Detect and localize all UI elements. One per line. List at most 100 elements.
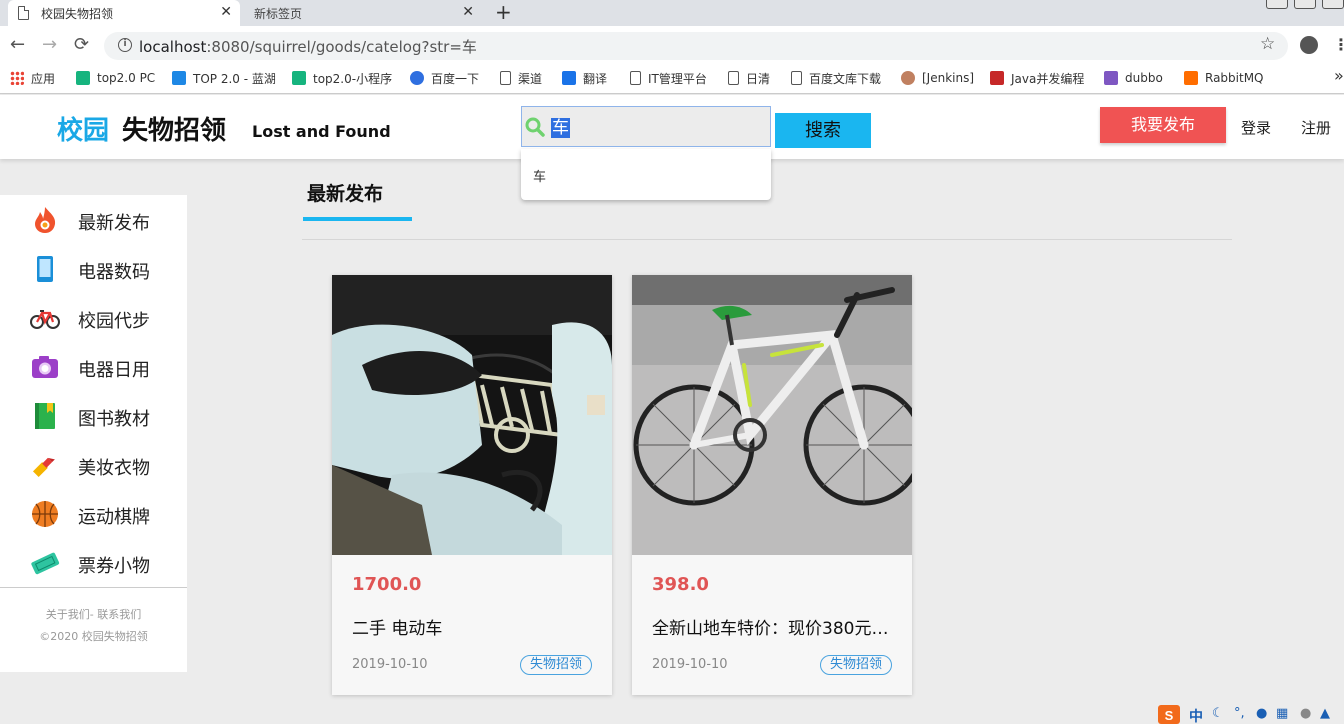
microphone-icon[interactable]: ● [1256, 706, 1267, 721]
bookmark-item[interactable]: 渠道 [500, 69, 542, 87]
footer-copyright: ©2020 校园失物招领 [39, 630, 148, 643]
item-card[interactable]: 398.0 全新山地车特价：现价380元，原价420元 2019-10-10 失… [632, 275, 912, 695]
sidebar-item-label: 运动棋牌 [78, 507, 150, 528]
page-icon [630, 71, 641, 85]
sidebar-item-latest[interactable]: 最新发布 [0, 195, 187, 243]
browser-menu-icon[interactable]: ⋮ [1333, 35, 1344, 54]
bookmark-label: top2.0 PC [97, 71, 156, 85]
bookmark-item[interactable]: 百度文库下载 [791, 69, 881, 87]
baidu-paw-icon [410, 71, 424, 85]
search-button[interactable]: 搜索 [775, 113, 871, 148]
footer-links[interactable]: 关于我们- 联系我们 [0, 606, 187, 622]
scooter-photo[interactable] [332, 275, 612, 555]
bookmark-item[interactable]: RabbitMQ [1184, 69, 1264, 87]
logo-campus[interactable]: 校园 [57, 110, 109, 147]
bookmark-label: 日清 [746, 71, 771, 86]
item-price: 1700.0 [352, 574, 422, 595]
close-window-icon[interactable] [1322, 0, 1344, 9]
bookmark-label: TOP 2.0 - 蓝湖 [193, 71, 276, 86]
sidebar-item-label: 美妆衣物 [78, 458, 150, 479]
svg-text:S: S [1165, 708, 1174, 723]
tab-active[interactable]: 校园失物招领 ✕ [8, 0, 240, 26]
sidebar-item-electronics[interactable]: 电器数码 [0, 244, 187, 292]
bookmark-label: 渠道 [518, 71, 543, 86]
ime-mode-label[interactable]: 中 [1189, 706, 1203, 724]
item-title[interactable]: 二手 电动车 [352, 614, 592, 639]
skin-icon[interactable]: ▲ [1320, 706, 1330, 721]
logo-english: Lost and Found [252, 122, 391, 141]
suggestion-item[interactable]: 车 [533, 166, 546, 185]
publish-button[interactable]: 我要发布 [1100, 107, 1226, 143]
tab-close-icon[interactable]: ✕ [462, 4, 474, 20]
bookmark-item[interactable]: 百度一下 [410, 69, 479, 87]
bookmark-item[interactable]: 应用 [10, 69, 55, 87]
sidebar-item-beauty[interactable]: 美妆衣物 [0, 440, 187, 488]
sidebar-item-sports[interactable]: 运动棋牌 [0, 489, 187, 537]
camera-icon [32, 356, 58, 378]
sidebar-item-label: 电器数码 [78, 262, 150, 283]
play-icon [76, 71, 90, 85]
new-tab-button[interactable]: + [495, 0, 512, 24]
user-icon[interactable]: ● [1300, 706, 1311, 721]
site-info-icon[interactable]: i [118, 38, 132, 52]
sidebar-item-label: 票券小物 [78, 556, 150, 577]
url-text[interactable]: localhost:8080/squirrel/goods/catelog?st… [139, 36, 477, 57]
item-category-tag[interactable]: 失物招领 [819, 655, 892, 675]
fire-icon [35, 207, 56, 233]
bookmark-item[interactable]: Java并发编程 [990, 69, 1084, 87]
ime-toolbar[interactable]: S 中 ☾ °, ● ▦ ● ▲ [1156, 704, 1344, 724]
lanhu-icon [172, 71, 186, 85]
tab-title: 新标签页 [254, 6, 303, 21]
bookmark-label: 百度一下 [431, 71, 480, 86]
bookmark-label: Java并发编程 [1011, 71, 1085, 86]
login-link[interactable]: 登录 [1241, 117, 1271, 138]
sogou-logo-icon: S [1158, 705, 1180, 724]
maximize-icon[interactable] [1294, 0, 1316, 9]
item-date: 2019-10-10 [652, 657, 728, 672]
section-title: 最新发布 [307, 183, 384, 205]
url-host: localhost [139, 38, 207, 56]
keyboard-icon[interactable]: ▦ [1276, 706, 1288, 721]
bookmark-star-icon[interactable]: ☆ [1260, 34, 1275, 54]
ticket-icon [31, 552, 60, 575]
sidebar-item-transport[interactable]: 校园代步 [0, 293, 187, 341]
phone-icon [37, 256, 53, 282]
item-title[interactable]: 全新山地车特价：现价380元，原价420元 [652, 614, 892, 639]
bookmark-label: 应用 [31, 71, 56, 86]
reload-button[interactable]: ⟳ [74, 34, 89, 55]
sidebar-item-appliances[interactable]: 电器日用 [0, 342, 187, 390]
forward-button[interactable]: → [42, 34, 57, 55]
moon-icon[interactable]: ☾ [1212, 706, 1224, 721]
bookmark-item[interactable]: dubbo [1104, 69, 1163, 87]
bookmark-item[interactable]: 日清 [728, 69, 770, 87]
bookmark-item[interactable]: [Jenkins] [901, 69, 974, 87]
tab-close-icon[interactable]: ✕ [220, 4, 232, 20]
bookmark-item[interactable]: TOP 2.0 - 蓝湖 [172, 69, 276, 87]
page-icon [500, 71, 511, 85]
tab-new-tab[interactable]: 新标签页 ✕ [244, 0, 482, 26]
minimize-icon[interactable] [1266, 0, 1288, 9]
sidebar-divider [0, 587, 187, 588]
bookmarks-overflow-icon[interactable]: » [1334, 66, 1344, 85]
basketball-icon [32, 501, 58, 527]
logo-lost-found[interactable]: 失物招领 [122, 110, 226, 147]
bookmark-item[interactable]: IT管理平台 [630, 69, 707, 87]
page-icon [791, 71, 802, 85]
item-card[interactable]: 1700.0 二手 电动车 2019-10-10 失物招领 [332, 275, 612, 695]
profile-avatar-icon[interactable] [1300, 36, 1318, 54]
bookmark-item[interactable]: top2.0 PC [76, 69, 155, 87]
punctuation-icon[interactable]: °, [1234, 706, 1245, 721]
back-button[interactable]: ← [10, 34, 25, 55]
url-path: :8080/squirrel/goods/catelog?str=车 [206, 38, 477, 56]
item-category-tag[interactable]: 失物招领 [519, 655, 592, 675]
item-price: 398.0 [652, 574, 709, 595]
register-link[interactable]: 注册 [1301, 117, 1331, 138]
mountain-bike-photo[interactable] [632, 275, 912, 555]
bookmark-item[interactable]: top2.0-小程序 [292, 69, 392, 87]
sidebar-item-tickets[interactable]: 票券小物 [0, 538, 187, 586]
bookmark-label: IT管理平台 [648, 71, 707, 86]
page-favicon-icon [18, 6, 29, 20]
sidebar-item-books[interactable]: 图书教材 [0, 391, 187, 439]
bookmark-item[interactable]: 翻译 [562, 69, 607, 87]
bookmark-label: [Jenkins] [922, 71, 975, 85]
